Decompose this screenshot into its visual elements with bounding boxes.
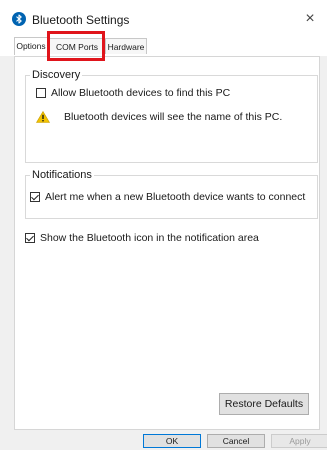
- discovery-group-label: Discovery: [30, 68, 83, 82]
- notifications-group: Notifications Alert me when a new Blueto…: [25, 168, 318, 219]
- ok-button[interactable]: OK: [143, 434, 201, 448]
- apply-button[interactable]: Apply: [271, 434, 327, 448]
- tab-hardware[interactable]: Hardware: [105, 38, 147, 54]
- allow-discovery-checkbox[interactable]: [36, 88, 46, 98]
- title-bar: Bluetooth Settings ×: [0, 0, 327, 40]
- warning-text: Bluetooth devices will see the name of t…: [64, 111, 283, 123]
- restore-defaults-button[interactable]: Restore Defaults: [219, 393, 309, 415]
- allow-discovery-row[interactable]: Allow Bluetooth devices to find this PC: [36, 86, 230, 100]
- alert-checkbox[interactable]: [30, 192, 40, 202]
- allow-discovery-label: Allow Bluetooth devices to find this PC: [51, 87, 231, 99]
- window-title: Bluetooth Settings: [32, 13, 130, 27]
- cancel-button[interactable]: Cancel: [207, 434, 265, 448]
- notifications-group-label: Notifications: [30, 168, 94, 182]
- tab-com-ports[interactable]: COM Ports: [49, 38, 105, 54]
- tab-strip: Options COM Ports Hardware: [0, 37, 327, 56]
- bluetooth-settings-window: Bluetooth Settings × Options COM Ports H…: [0, 0, 327, 450]
- discovery-warning: Bluetooth devices will see the name of t…: [36, 110, 282, 124]
- show-icon-row[interactable]: Show the Bluetooth icon in the notificat…: [25, 231, 259, 245]
- show-icon-checkbox[interactable]: [25, 233, 35, 243]
- discovery-group: Discovery Allow Bluetooth devices to fin…: [25, 68, 318, 163]
- show-icon-label: Show the Bluetooth icon in the notificat…: [40, 232, 259, 244]
- options-panel: Discovery Allow Bluetooth devices to fin…: [14, 56, 320, 430]
- alert-row[interactable]: Alert me when a new Bluetooth device wan…: [30, 190, 305, 204]
- bluetooth-icon: [12, 12, 26, 26]
- warning-icon: [36, 111, 50, 123]
- close-icon: ×: [305, 10, 315, 27]
- tab-options[interactable]: Options: [14, 37, 48, 55]
- close-button[interactable]: ×: [299, 8, 321, 30]
- alert-label: Alert me when a new Bluetooth device wan…: [45, 191, 306, 203]
